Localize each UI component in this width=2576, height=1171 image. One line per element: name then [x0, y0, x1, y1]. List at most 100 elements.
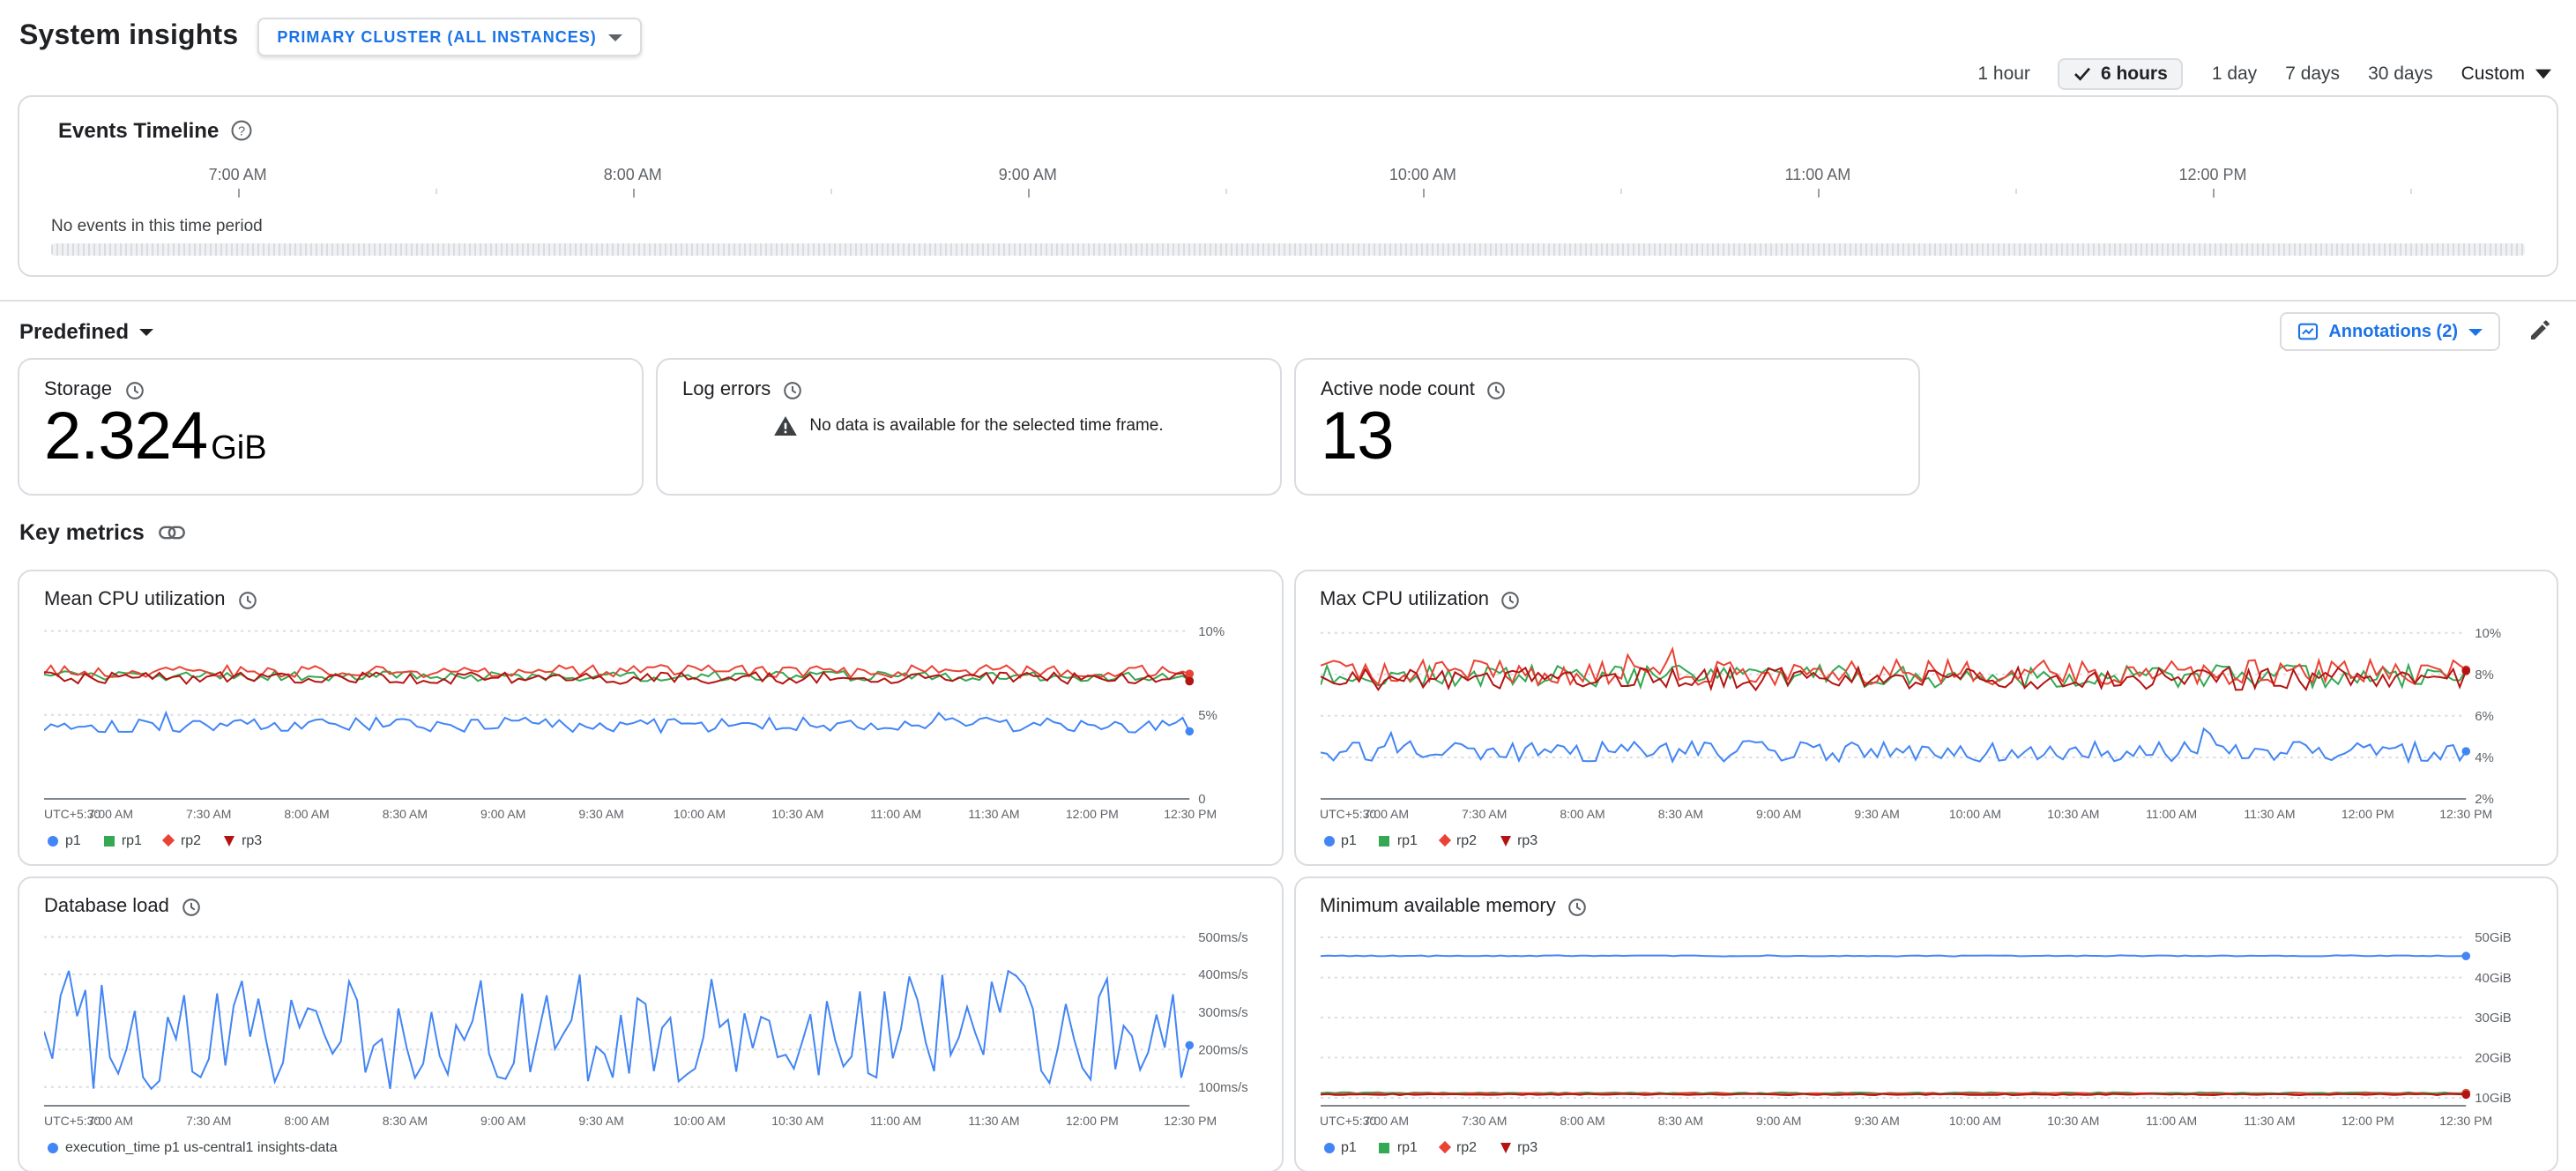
- x-axis-label: 11:30 AM: [2244, 1116, 2296, 1129]
- legend-label: rp1: [1396, 832, 1418, 848]
- time-range-option-label: 1 day: [2211, 63, 2258, 85]
- events-time-axis: 7:00 AM 8:00 AM 9:00 AM 10:00 AM 11:00 AM 12:…: [58, 166, 2518, 185]
- y-axis-label: 0: [1198, 792, 1205, 807]
- legend-label: rp3: [1517, 1139, 1538, 1155]
- no-data-message: No data is available for the selected ti…: [809, 416, 1164, 436]
- x-axis-label: 12:30 PM: [1164, 809, 1217, 822]
- edit-dashboard-button[interactable]: [2527, 319, 2551, 344]
- legend-label: rp2: [1456, 832, 1478, 848]
- legend-diamond-marker: [162, 833, 176, 847]
- y-axis-label: 100ms/s: [1198, 1080, 1247, 1095]
- chart-plot-area[interactable]: 10% 8% 6% 4% 2%: [1319, 617, 2532, 808]
- x-axis-label: 8:00 AM: [284, 1116, 330, 1129]
- chevron-down-icon: [2535, 69, 2551, 79]
- time-range-option-1-day[interactable]: 1 day: [2212, 63, 2257, 85]
- legend-item[interactable]: execution_time p1 us-central1 insights-d…: [48, 1139, 338, 1155]
- x-axis-label: 11:30 AM: [968, 809, 1020, 822]
- y-axis-label: 10GiB: [2474, 1091, 2511, 1106]
- chart-card-database-load: Database load 500ms/s 400ms/s 300ms/s 200ms/…: [18, 876, 1283, 1171]
- log-errors-card-title: Log errors: [682, 379, 771, 400]
- timeline-minor-tick: [2015, 189, 2017, 194]
- x-axis-label: 7:30 AM: [186, 1116, 232, 1129]
- legend-square-marker: [1379, 1142, 1390, 1152]
- timeline-hour-label: 12:00 PM: [2178, 166, 2247, 183]
- series-line: [1319, 665, 2467, 692]
- legend-label: rp3: [242, 832, 263, 848]
- link-icon[interactable]: [158, 526, 185, 540]
- legend-item[interactable]: rp1: [103, 832, 142, 848]
- annotations-dropdown[interactable]: Annotations (2): [2279, 312, 2500, 351]
- storage-card: Storage 2.324 GiB: [18, 358, 644, 496]
- legend-item[interactable]: rp1: [1379, 832, 1418, 848]
- y-axis-label: 400ms/s: [1198, 967, 1247, 982]
- x-axis-label: 9:00 AM: [480, 809, 526, 822]
- help-icon[interactable]: ?: [231, 120, 252, 141]
- page-header: System insights PRIMARY CLUSTER (ALL INS…: [0, 0, 2576, 58]
- y-axis-label: 6%: [2474, 709, 2493, 724]
- legend-label: rp1: [121, 832, 142, 848]
- clock-icon: [783, 380, 802, 399]
- time-range-option-30-days[interactable]: 30 days: [2368, 63, 2433, 85]
- x-axis-label: 8:00 AM: [1560, 1116, 1605, 1129]
- chart-legend: p1 rp1 rp2 rp3: [44, 832, 1256, 848]
- time-range-option-1-hour[interactable]: 1 hour: [1977, 63, 2030, 85]
- x-axis-label: 12:30 PM: [2439, 809, 2493, 822]
- time-range-options: 1 hour 6 hours 1 day 7 days 30 days: [1977, 58, 2433, 90]
- time-range-custom-button[interactable]: Custom: [2461, 63, 2551, 85]
- events-timeline-title: Events Timeline: [58, 118, 220, 143]
- legend-circle-marker: [1323, 1142, 1334, 1152]
- page-title: System insights: [19, 21, 239, 51]
- legend-label: rp1: [1396, 1139, 1418, 1155]
- legend-item[interactable]: rp2: [1438, 1139, 1477, 1155]
- chart-plot-area[interactable]: 50GiB 40GiB 30GiB 20GiB 10GiB: [1319, 924, 2532, 1115]
- time-range-option-6-hours[interactable]: 6 hours: [2058, 58, 2184, 90]
- x-axis-label: 12:00 PM: [1065, 1116, 1119, 1129]
- y-axis-label: 10%: [1198, 624, 1225, 639]
- y-axis-label: 2%: [2474, 792, 2493, 807]
- cluster-selector-label: PRIMARY CLUSTER (ALL INSTANCES): [277, 28, 597, 46]
- y-axis-label: 8%: [2474, 668, 2493, 682]
- chart-plot-area[interactable]: 500ms/s 400ms/s 300ms/s 200ms/s 100ms/s: [43, 924, 1256, 1115]
- timeline-minor-tick: [435, 189, 437, 194]
- legend-item[interactable]: rp1: [1379, 1139, 1418, 1155]
- timeline-major-tick: [1422, 189, 1425, 198]
- legend-item[interactable]: rp3: [1500, 832, 1537, 848]
- legend-item[interactable]: rp3: [1500, 1139, 1537, 1155]
- cluster-selector-dropdown[interactable]: PRIMARY CLUSTER (ALL INSTANCES): [257, 18, 643, 56]
- legend-triangle-down-marker: [1500, 1142, 1511, 1152]
- legend-label: rp2: [180, 832, 202, 848]
- x-axis-label: 10:00 AM: [1948, 809, 2002, 822]
- legend-item[interactable]: rp2: [162, 832, 202, 848]
- y-axis-label: 10%: [2474, 626, 2500, 641]
- predefined-dropdown[interactable]: Predefined: [19, 319, 154, 344]
- legend-item[interactable]: p1: [1323, 1139, 1357, 1155]
- series-endpoint-dot: [1185, 1040, 1195, 1050]
- active-node-count-card: Active node count 13: [1294, 358, 1920, 496]
- legend-item[interactable]: p1: [48, 832, 81, 848]
- legend-circle-marker: [48, 1142, 58, 1152]
- chart-plot-svg: 50GiB 40GiB 30GiB 20GiB 10GiB: [1319, 930, 2511, 1107]
- chart-plot-area[interactable]: 10% 5% 0: [43, 617, 1256, 808]
- x-axis-label: 9:30 AM: [578, 1116, 624, 1129]
- legend-item[interactable]: p1: [1323, 832, 1357, 848]
- check-icon: [2074, 67, 2092, 81]
- legend-item[interactable]: rp2: [1438, 832, 1478, 848]
- empty-card-slot: [1932, 358, 2558, 496]
- events-time-axis-ticks: [58, 189, 2518, 199]
- x-axis-label: 8:00 AM: [284, 809, 330, 822]
- x-axis-label: 7:30 AM: [186, 809, 232, 822]
- timeline-minor-tick: [2410, 189, 2413, 194]
- y-axis-label: 500ms/s: [1198, 930, 1247, 945]
- timeline-minor-tick: [830, 189, 832, 194]
- series-line: [43, 969, 1191, 1091]
- chevron-down-icon: [608, 33, 623, 41]
- time-range-option-label: 30 days: [2368, 63, 2433, 85]
- legend-label: p1: [1341, 1139, 1357, 1155]
- predefined-label: Predefined: [19, 319, 130, 344]
- time-range-option-label: 6 hours: [2100, 63, 2168, 85]
- time-range-option-7-days[interactable]: 7 days: [2285, 63, 2340, 85]
- chart-card-max-cpu-utilization: Max CPU utilization 10% 8% 6% 4% 2% UTC+5:30 7:…: [1293, 570, 2558, 866]
- clock-icon: [124, 380, 144, 399]
- legend-item[interactable]: rp3: [224, 832, 262, 848]
- time-range-option-label: 7 days: [2285, 63, 2341, 85]
